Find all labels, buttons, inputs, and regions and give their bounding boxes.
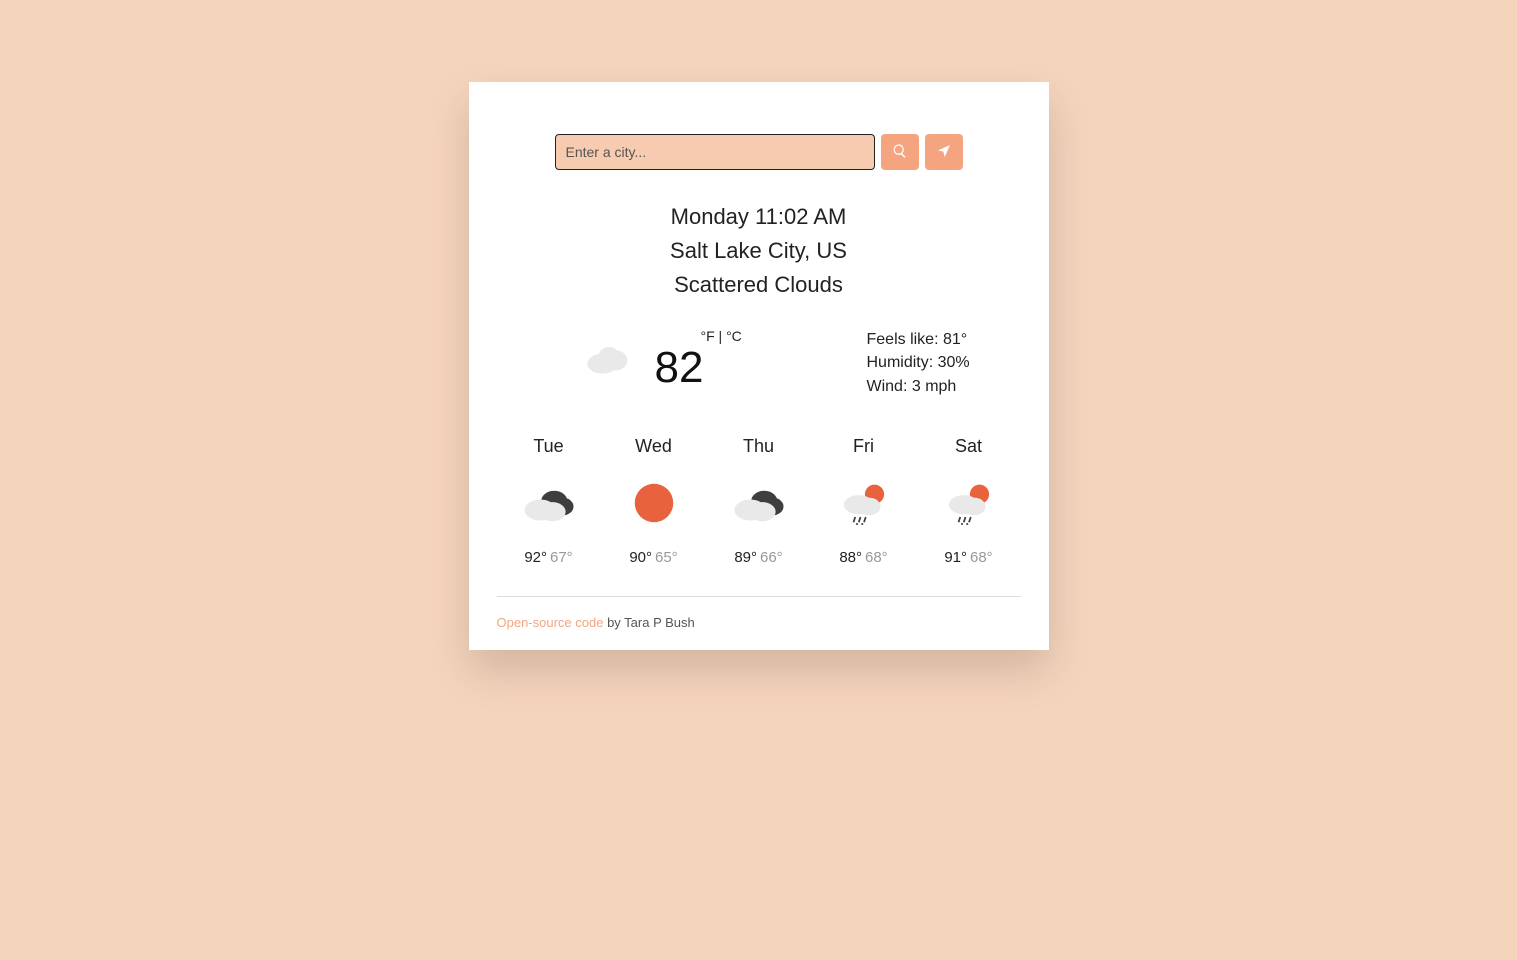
condition-text: Scattered Clouds	[497, 268, 1021, 302]
forecast-day-temps: 91°68°	[923, 549, 1015, 566]
weather-card: Monday 11:02 AM Salt Lake City, US Scatt…	[469, 82, 1049, 650]
forecast-day-temps: 88°68°	[818, 549, 910, 566]
open-source-link[interactable]: Open-source code	[497, 615, 604, 630]
header-block: Monday 11:02 AM Salt Lake City, US Scatt…	[497, 200, 1021, 302]
unit-toggle: °F | °C	[701, 328, 742, 344]
forecast-day-hi: 91°	[944, 549, 967, 566]
forecast-rain-sun-icon	[818, 475, 910, 531]
forecast-day-lo: 67°	[550, 549, 573, 566]
search-row	[497, 134, 1021, 170]
feels-like-row: Feels like: 81°	[867, 328, 997, 351]
forecast-day-lo: 65°	[655, 549, 678, 566]
forecast-day-lo: 68°	[970, 549, 993, 566]
forecast-day-temps: 92°67°	[503, 549, 595, 566]
forecast-rain-sun-icon	[923, 475, 1015, 531]
forecast-day: Thu 89°66°	[713, 436, 805, 566]
forecast-day: Wed 90°65°	[608, 436, 700, 566]
forecast-day-temps: 89°66°	[713, 549, 805, 566]
fahrenheit-link[interactable]: °F	[701, 328, 715, 344]
forecast-day-name: Tue	[503, 436, 595, 457]
forecast-day-name: Wed	[608, 436, 700, 457]
footer: Open-source code by Tara P Bush	[497, 615, 1021, 630]
current-left: °F | °C 82	[581, 328, 742, 390]
search-button[interactable]	[881, 134, 919, 170]
city-search-input[interactable]	[555, 134, 875, 170]
unit-separator: |	[715, 328, 726, 344]
forecast-day: Tue 92°67°	[503, 436, 595, 566]
location-arrow-icon	[936, 143, 952, 162]
divider	[497, 596, 1021, 597]
geolocate-button[interactable]	[925, 134, 963, 170]
current-details: Feels like: 81° Humidity: 30% Wind: 3 mp…	[867, 328, 997, 398]
forecast-day-hi: 89°	[734, 549, 757, 566]
forecast-cloudy-icon	[713, 475, 805, 531]
forecast-day-hi: 92°	[524, 549, 547, 566]
forecast-day-hi: 90°	[629, 549, 652, 566]
forecast-day: Fri 88°68°	[818, 436, 910, 566]
forecast-cloudy-icon	[503, 475, 595, 531]
forecast-row: Tue92°67°Wed90°65°Thu89°66°Fri88°68°Sat9…	[497, 436, 1021, 566]
forecast-day-name: Fri	[818, 436, 910, 457]
forecast-day-lo: 68°	[865, 549, 888, 566]
cloud-icon	[581, 337, 637, 382]
forecast-day-hi: 88°	[839, 549, 862, 566]
wind-row: Wind: 3 mph	[867, 375, 997, 398]
footer-by: by Tara P Bush	[603, 615, 694, 630]
forecast-day-name: Thu	[713, 436, 805, 457]
current-temperature: 82	[655, 346, 704, 390]
forecast-day: Sat 91°68°	[923, 436, 1015, 566]
temp-block: °F | °C 82	[655, 328, 742, 390]
forecast-day-name: Sat	[923, 436, 1015, 457]
search-icon	[892, 143, 908, 162]
humidity-row: Humidity: 30%	[867, 351, 997, 374]
forecast-sunny-icon	[608, 475, 700, 531]
forecast-day-temps: 90°65°	[608, 549, 700, 566]
location-text: Salt Lake City, US	[497, 234, 1021, 268]
forecast-day-lo: 66°	[760, 549, 783, 566]
datetime-text: Monday 11:02 AM	[497, 200, 1021, 234]
current-row: °F | °C 82 Feels like: 81° Humidity: 30%…	[497, 328, 1021, 398]
celsius-link[interactable]: °C	[726, 328, 742, 344]
